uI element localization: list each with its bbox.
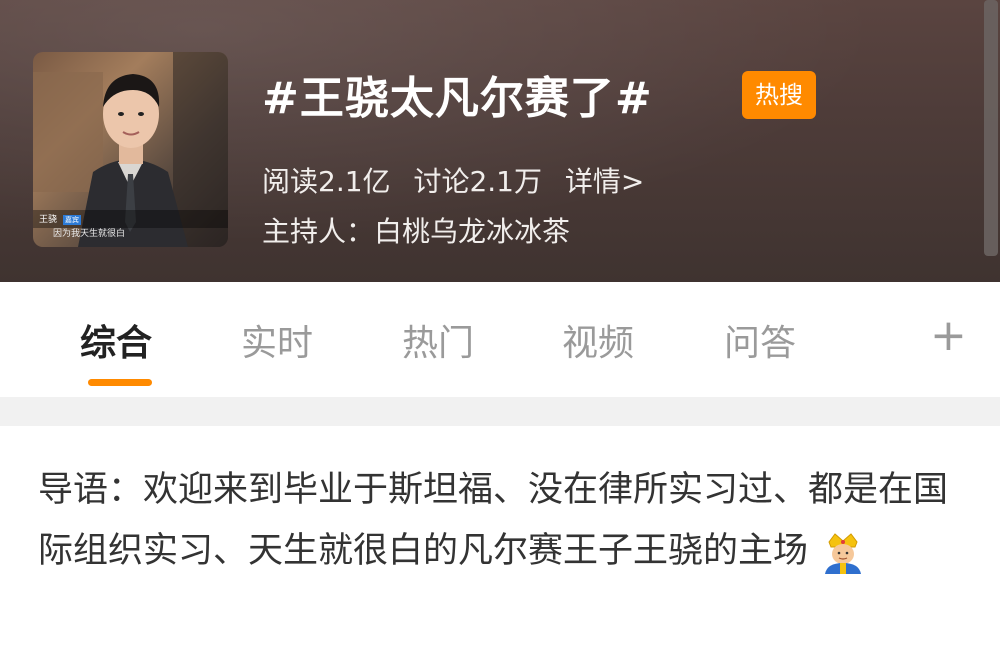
hot-search-badge: 热搜 [742, 71, 816, 119]
thumbnail-name-caption: 王骁 [39, 215, 58, 225]
detail-link[interactable]: 详情> [565, 165, 644, 198]
tab-qa[interactable]: 问答 [724, 314, 796, 366]
topic-title: #王骁太凡尔赛了# [262, 73, 653, 124]
thumbnail-tag: 嘉宾 [63, 215, 81, 225]
thumbnail-subtitle: 因为我天生就很白 [53, 229, 126, 239]
add-tab-icon[interactable]: + [930, 310, 967, 361]
section-divider [0, 397, 1000, 426]
tab-comprehensive[interactable]: 综合 [80, 314, 152, 366]
tab-realtime[interactable]: 实时 [241, 314, 313, 366]
read-count: 阅读2.1亿 [262, 165, 391, 198]
topic-stats: 阅读2.1亿 讨论2.1万 详情> [262, 160, 658, 200]
scrollbar[interactable] [984, 0, 998, 256]
topic-thumbnail[interactable]: 王骁 嘉宾 因为我天生就很白 [33, 52, 228, 247]
discuss-count: 讨论2.1万 [413, 165, 542, 198]
topic-intro: 导语：欢迎来到毕业于斯坦福、没在律所实习过、都是在国际组织实习、天生就很白的凡尔… [38, 460, 968, 582]
intro-text: 导语：欢迎来到毕业于斯坦福、没在律所实习过、都是在国际组织实习、天生就很白的凡尔… [38, 470, 949, 571]
topic-header: 王骁 嘉宾 因为我天生就很白 #王骁太凡尔赛了# 热搜 阅读2.1亿 讨论2.1… [0, 0, 1000, 282]
active-tab-indicator [88, 379, 152, 386]
host-line[interactable]: 主持人：白桃乌龙冰冰茶 [262, 210, 570, 250]
tab-bar: 综合 实时 热门 视频 问答 + [0, 282, 1000, 397]
tab-video[interactable]: 视频 [562, 314, 634, 366]
tab-hot[interactable]: 热门 [402, 314, 474, 366]
prince-emoji-icon [825, 533, 862, 574]
